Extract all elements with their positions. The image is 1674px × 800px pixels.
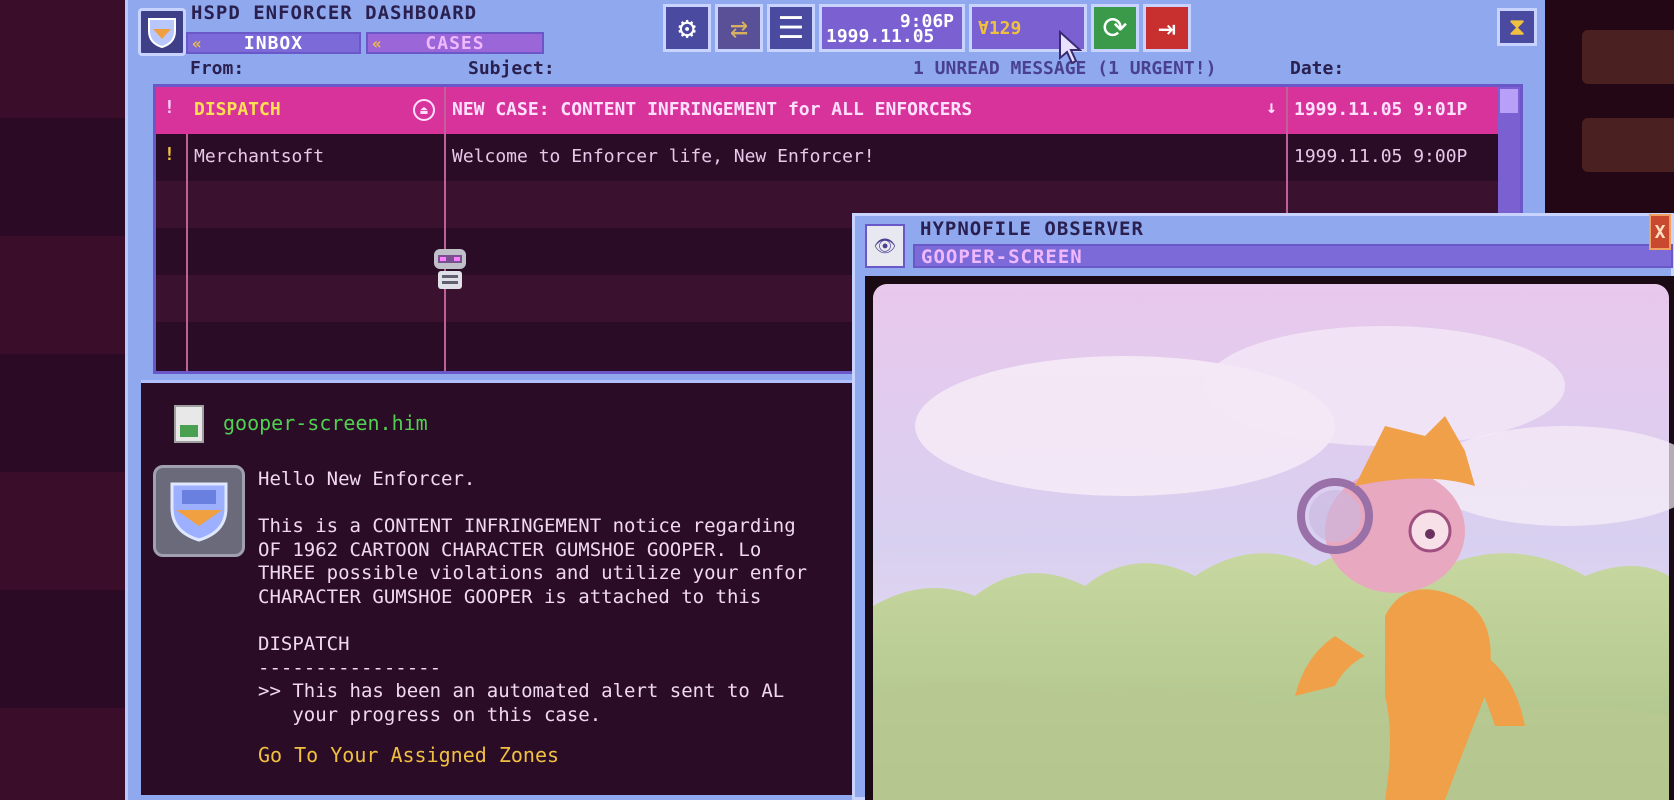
message-row[interactable]: ! Merchantsoft Welcome to Enforcer life,… bbox=[156, 134, 1520, 181]
column-divider bbox=[186, 134, 188, 371]
background-right-panel bbox=[1540, 0, 1674, 215]
observer-filename: GOOPER-SCREEN bbox=[913, 244, 1673, 268]
message-from: Merchantsoft bbox=[194, 146, 325, 167]
lock-icon: ⏏ bbox=[413, 99, 435, 121]
hspd-badge-icon bbox=[138, 8, 186, 56]
eye-file-icon: 👁 bbox=[865, 224, 905, 268]
message-subject: Welcome to Enforcer life, New Enforcer! bbox=[452, 146, 875, 167]
dashboard-title: HSPD ENFORCER DASHBOARD bbox=[191, 2, 478, 24]
message-signature: DISPATCH ---------------- >> This has be… bbox=[258, 633, 785, 726]
close-button[interactable]: X bbox=[1649, 214, 1671, 250]
chevron-left-icon: « bbox=[192, 33, 203, 53]
tab-inbox[interactable]: « INBOX bbox=[186, 32, 361, 54]
hypnofile-observer-window: 👁 HYPNOFILE OBSERVER GOOPER-SCREEN X bbox=[852, 213, 1674, 800]
swap-button[interactable]: ⇄ bbox=[715, 4, 763, 52]
menu-button[interactable]: ☰ bbox=[767, 4, 815, 52]
download-arrow-icon: ↓ bbox=[1266, 97, 1277, 118]
urgent-flag-icon: ! bbox=[164, 97, 175, 118]
clock-date: 1999.11.05 bbox=[826, 26, 935, 47]
minimize-button[interactable]: ⧗ bbox=[1497, 8, 1537, 46]
date-column-header: Date: bbox=[1290, 58, 1345, 79]
observer-screen bbox=[865, 276, 1674, 800]
refresh-button[interactable]: ⟳ bbox=[1091, 4, 1139, 52]
hspd-shield-icon bbox=[170, 482, 228, 542]
swap-icon: ⇄ bbox=[729, 10, 749, 46]
message-from: DISPATCH bbox=[194, 99, 281, 120]
gear-icon: ⚙ bbox=[677, 10, 697, 46]
close-icon: X bbox=[1654, 221, 1666, 243]
background-stripes bbox=[0, 0, 125, 800]
attachment-link[interactable]: gooper-screen.him bbox=[223, 411, 428, 435]
robot-mascot-icon bbox=[434, 249, 466, 289]
background-pill bbox=[1582, 30, 1674, 84]
hourglass-icon: ⧗ bbox=[1508, 13, 1526, 41]
from-column-header: From: bbox=[190, 58, 245, 79]
message-greeting: Hello New Enforcer. bbox=[258, 468, 476, 490]
message-paragraph: This is a CONTENT INFRINGEMENT notice re… bbox=[258, 515, 808, 608]
gooper-image bbox=[873, 284, 1674, 800]
scrollbar-thumb[interactable] bbox=[1500, 89, 1518, 113]
observer-title: HYPNOFILE OBSERVER bbox=[920, 218, 1144, 240]
message-subject: NEW CASE: CONTENT INFRINGEMENT for ALL E… bbox=[452, 99, 973, 120]
clock-display: 9:06P 1999.11.05 bbox=[819, 4, 965, 52]
menu-icon: ☰ bbox=[777, 10, 805, 46]
subject-column-header: Subject: bbox=[468, 58, 555, 79]
message-date: 1999.11.05 9:01P bbox=[1294, 99, 1468, 120]
image-file-icon bbox=[174, 405, 204, 443]
message-date: 1999.11.05 9:00P bbox=[1294, 146, 1468, 167]
logout-button[interactable]: ⇥ bbox=[1143, 4, 1191, 52]
assigned-zones-link[interactable]: Go To Your Assigned Zones bbox=[258, 743, 559, 767]
mouse-cursor-icon bbox=[1059, 30, 1082, 65]
column-divider bbox=[444, 87, 446, 371]
chevron-left-icon: « bbox=[372, 33, 383, 53]
dispatch-avatar bbox=[153, 465, 245, 557]
tab-cases-label: CASES bbox=[425, 32, 485, 54]
logout-icon: ⇥ bbox=[1157, 10, 1177, 46]
background-pill bbox=[1582, 118, 1674, 172]
settings-button[interactable]: ⚙ bbox=[663, 4, 711, 52]
alert-flag-icon: ! bbox=[164, 144, 175, 165]
tab-inbox-label: INBOX bbox=[243, 32, 304, 54]
tab-cases[interactable]: « CASES bbox=[366, 32, 544, 54]
toolbar: ⚙ ⇄ ☰ 9:06P 1999.11.05 Ɐ129 ⟳ ⇥ bbox=[663, 4, 1191, 54]
refresh-icon: ⟳ bbox=[1102, 10, 1128, 46]
message-row[interactable]: ! DISPATCH ⏏ NEW CASE: CONTENT INFRINGEM… bbox=[156, 87, 1520, 134]
